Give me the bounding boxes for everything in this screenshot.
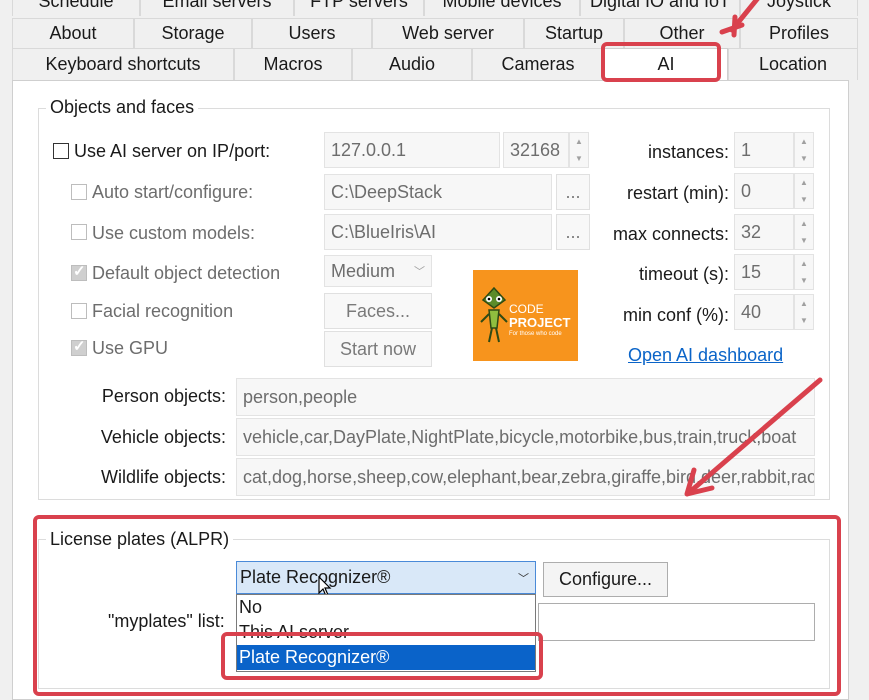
annotation-arrows [684, 0, 823, 497]
annotation-arrow-alpr [689, 377, 823, 493]
